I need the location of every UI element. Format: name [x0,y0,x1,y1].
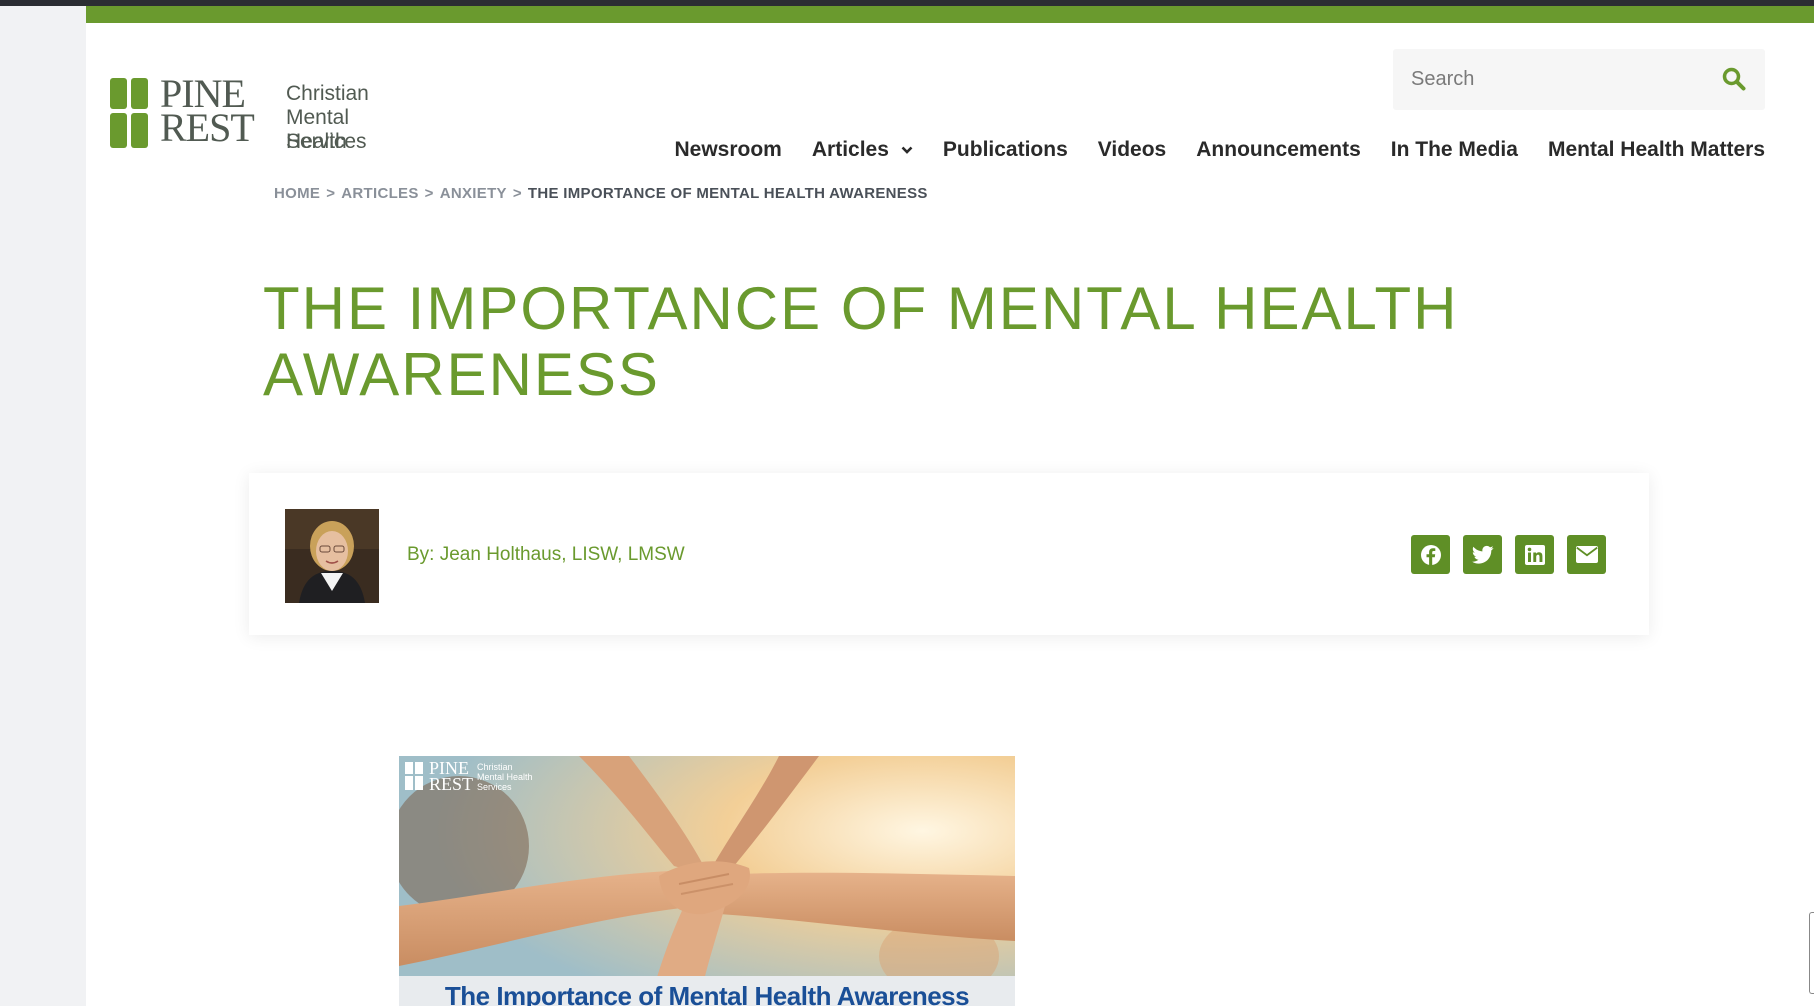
author-card: By: Jean Holthaus, LISW, LMSW [249,473,1649,635]
share-twitter-button[interactable] [1463,535,1502,574]
nav-videos[interactable]: Videos [1098,138,1166,162]
search-box [1393,49,1765,110]
chevron-down-icon [901,146,913,154]
image-logo-tagline-1: Christian [477,762,513,772]
breadcrumb-articles[interactable]: ARTICLES [341,185,418,202]
page-title: THE IMPORTANCE OF MENTAL HEALTH AWARENES… [263,275,1459,408]
share-email-button[interactable] [1567,535,1606,574]
breadcrumb-home[interactable]: HOME [274,185,320,202]
logo-tagline-3: Services [286,130,367,153]
image-logo-word-2: REST [429,774,474,794]
author-byline[interactable]: By: Jean Holthaus, LISW, LMSW [407,544,685,566]
nav-mental-health-matters[interactable]: Mental Health Matters [1548,138,1765,162]
breadcrumb-anxiety[interactable]: ANXIETY [440,185,507,202]
accent-bar [86,6,1814,23]
nav-newsroom[interactable]: Newsroom [675,138,782,162]
breadcrumb-separator: > [326,185,336,202]
image-caption: The Importance of Mental Health Awarenes… [399,976,1015,1006]
page: PINE REST Christian Mental Health Servic… [86,6,1814,1006]
breadcrumb-current: THE IMPORTANCE OF MENTAL HEALTH AWARENES… [527,185,928,202]
image-logo-tagline-3: Services [477,782,512,792]
twitter-icon [1471,545,1494,564]
cross-logo-icon [110,78,154,148]
image-logo-tagline-2: Mental Health [477,772,533,782]
cross-logo-icon [405,762,423,790]
nav-announcements-label: Announcements [1196,138,1361,161]
nav-publications-label: Publications [942,138,1068,161]
share-buttons [1411,535,1606,574]
nav-newsroom-label: Newsroom [674,138,782,161]
search-icon[interactable] [1721,66,1747,92]
main-nav: Newsroom Articles Publications Videos An… [675,138,1766,162]
breadcrumb-separator: > [512,185,522,202]
nav-in-the-media-label: In The Media [1390,138,1518,161]
nav-publications[interactable]: Publications [943,138,1068,162]
facebook-icon [1420,544,1441,565]
share-facebook-button[interactable] [1411,535,1450,574]
linkedin-icon [1524,544,1545,565]
nav-articles[interactable]: Articles [812,138,913,162]
nav-mental-health-matters-label: Mental Health Matters [1547,138,1765,161]
logo-tagline-1: Christian [286,82,369,105]
breadcrumb-separator: > [424,185,434,202]
site-logo[interactable]: PINE REST Christian Mental Health Servic… [110,74,410,158]
search-input[interactable] [1411,49,1701,110]
share-linkedin-button[interactable] [1515,535,1554,574]
nav-in-the-media[interactable]: In The Media [1391,138,1518,162]
logo-word-rest: REST [160,105,255,150]
nav-announcements[interactable]: Announcements [1196,138,1361,162]
email-icon [1575,546,1598,563]
breadcrumb: HOME > ARTICLES > ANXIETY > THE IMPORTANCE OF … [274,185,928,202]
scrollbar-handle[interactable] [1809,912,1814,994]
author-avatar [285,509,379,603]
nav-videos-label: Videos [1097,138,1167,161]
nav-articles-label: Articles [811,138,889,161]
featured-image: PINE REST Christian Mental Health Servic… [399,756,1015,1006]
stacked-hands-photo [399,756,1015,1006]
